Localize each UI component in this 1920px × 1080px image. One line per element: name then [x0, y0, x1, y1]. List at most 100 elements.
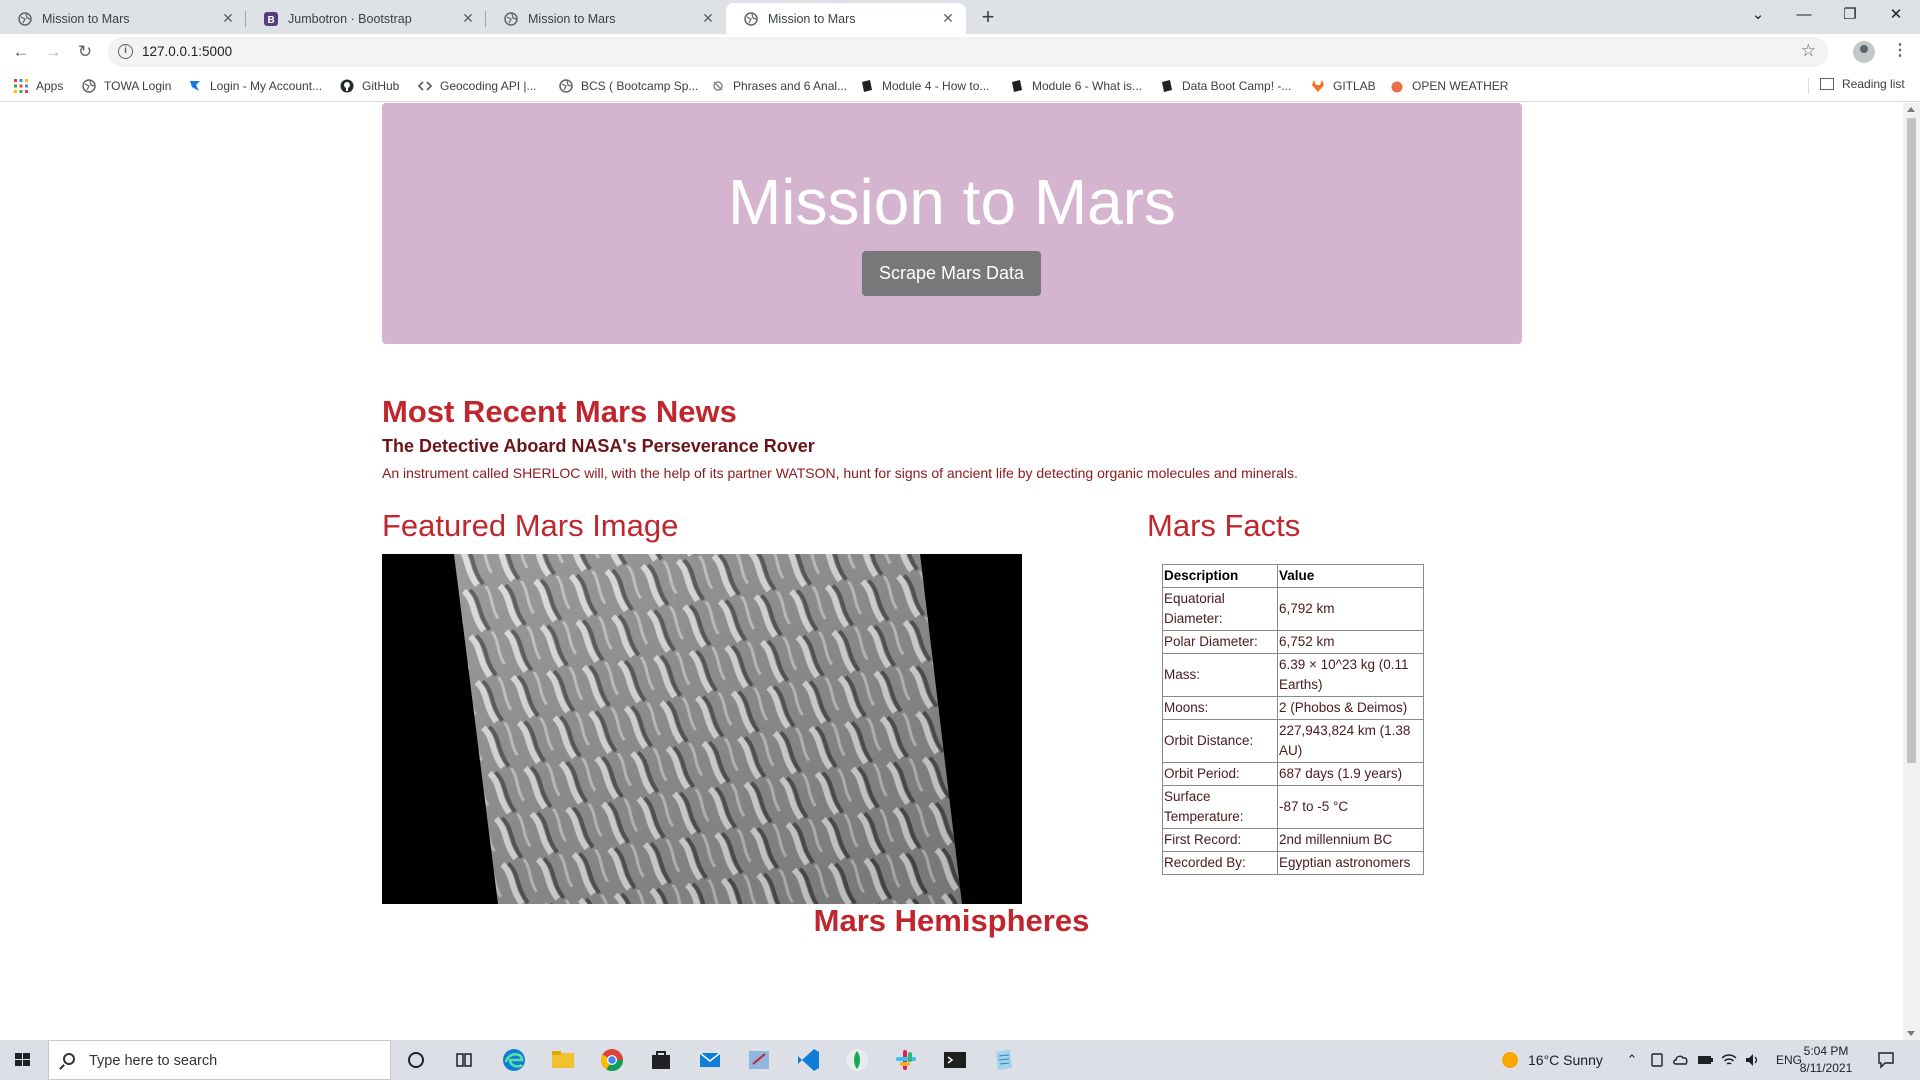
bookmark-star-icon[interactable]: ☆ — [1801, 41, 1816, 61]
chrome-menu-icon[interactable]: ⋮ — [1892, 40, 1908, 60]
table-row: Mass: 6.39 × 10^23 kg (0.11 Earths) — [1162, 653, 1424, 697]
bookmark-module-4[interactable]: Module 4 - How to... — [860, 77, 989, 95]
taskbar-search-input[interactable]: Type here to search — [48, 1040, 391, 1080]
table-row: Polar Diameter: 6,752 km — [1162, 630, 1424, 654]
fact-value: 2 (Phobos & Deimos) — [1277, 696, 1424, 720]
onedrive-cloud-icon[interactable] — [1672, 1052, 1690, 1068]
fact-description: Orbit Period: — [1162, 762, 1278, 786]
cortana-icon[interactable] — [402, 1046, 430, 1074]
apps-grid-icon — [14, 79, 28, 93]
profile-avatar-icon[interactable] — [1853, 41, 1875, 63]
bookmark-label: GITLAB — [1333, 79, 1376, 93]
fact-description: Polar Diameter: — [1162, 630, 1278, 654]
fact-description: Recorded By: — [1162, 851, 1278, 875]
snipping-tool-icon[interactable] — [745, 1046, 773, 1074]
bookmark-open-weather[interactable]: OPEN WEATHER — [1390, 77, 1508, 95]
tab-mission-to-mars-1[interactable]: Mission to Mars ✕ — [0, 3, 246, 34]
tab-title: Mission to Mars — [528, 11, 616, 26]
page-scrollbar[interactable] — [1903, 103, 1920, 1040]
fact-value: 227,943,824 km (1.38 AU) — [1277, 719, 1424, 763]
code-icon — [418, 81, 432, 91]
bookmark-login-my-account[interactable]: Login - My Account... — [188, 77, 322, 95]
tab-mission-to-mars-active[interactable]: Mission to Mars ✕ — [726, 3, 966, 34]
bookmark-apps[interactable]: Apps — [14, 77, 63, 95]
gitlab-icon — [1312, 80, 1324, 92]
vscode-icon[interactable] — [794, 1046, 822, 1074]
minimize-icon[interactable]: — — [1781, 0, 1827, 30]
close-tab-icon[interactable]: ✕ — [460, 10, 476, 27]
volume-icon[interactable] — [1744, 1052, 1762, 1068]
store-icon[interactable] — [647, 1046, 675, 1074]
table-row: Moons: 2 (Phobos & Deimos) — [1162, 696, 1424, 720]
browser-toolbar: ← → ↻ i 127.0.0.1:5000 ☆ — [0, 34, 1920, 70]
reading-list-button[interactable]: Reading list — [1820, 77, 1905, 91]
notifications-icon[interactable] — [1876, 1050, 1896, 1070]
book-icon — [1012, 80, 1022, 92]
globe-icon — [18, 11, 32, 26]
battery-icon[interactable] — [1696, 1052, 1714, 1068]
start-button[interactable] — [0, 1040, 46, 1080]
tab-title: Mission to Mars — [42, 11, 130, 26]
tab-search-chevron-icon[interactable]: ⌄ — [1735, 0, 1781, 30]
site-info-icon[interactable]: i — [118, 44, 133, 59]
mongodb-icon[interactable] — [843, 1046, 871, 1074]
scroll-down-arrow-icon[interactable] — [1907, 1031, 1915, 1036]
bookmark-geocoding-api[interactable]: Geocoding API |... — [418, 77, 537, 95]
bookmark-data-boot-camp[interactable]: Data Boot Camp! -... — [1160, 77, 1291, 95]
bookmark-label: Geocoding API |... — [440, 79, 537, 93]
close-window-icon[interactable]: ✕ — [1873, 0, 1919, 30]
fact-description: First Record: — [1162, 828, 1278, 852]
tab-title: Jumbotron · Bootstrap — [288, 11, 412, 26]
bookmarks-divider — [1808, 78, 1809, 94]
mars-dunes-picture — [382, 554, 1022, 904]
tab-jumbotron-bootstrap[interactable]: B Jumbotron · Bootstrap ✕ — [246, 3, 486, 34]
device-icon[interactable] — [1648, 1052, 1666, 1068]
scroll-up-arrow-icon[interactable] — [1907, 107, 1915, 112]
web-page: Mission to Mars Scrape Mars Data Most Re… — [0, 103, 1903, 1040]
new-tab-button[interactable]: + — [975, 5, 1001, 31]
globe-icon — [82, 79, 96, 93]
restore-icon[interactable]: ❐ — [1827, 0, 1873, 30]
bookmark-module-6[interactable]: Module 6 - What is... — [1010, 77, 1142, 95]
reload-icon[interactable]: ↻ — [72, 39, 98, 65]
close-tab-icon[interactable]: ✕ — [220, 10, 236, 27]
chrome-icon[interactable] — [598, 1046, 626, 1074]
tab-strip: Mission to Mars ✕ B Jumbotron · Bootstra… — [0, 0, 1920, 34]
terminal-icon[interactable] — [941, 1046, 969, 1074]
task-view-icon[interactable] — [450, 1046, 478, 1074]
show-hidden-icons-chevron-icon[interactable]: ⌃ — [1622, 1052, 1642, 1068]
notepad-icon[interactable] — [990, 1046, 1018, 1074]
tab-mission-to-mars-2[interactable]: Mission to Mars ✕ — [486, 3, 726, 34]
address-bar[interactable]: i 127.0.0.1:5000 ☆ — [108, 37, 1828, 67]
bookmark-towa-login[interactable]: TOWA Login — [82, 77, 171, 95]
book-icon — [862, 80, 872, 92]
login-icon — [190, 81, 200, 91]
close-tab-icon[interactable]: ✕ — [940, 10, 956, 27]
clock-date: 8/11/2021 — [1799, 1061, 1853, 1075]
wifi-icon[interactable] — [1720, 1052, 1738, 1068]
weather-widget[interactable]: 16°C Sunny — [1500, 1040, 1603, 1080]
scrollbar-thumb[interactable] — [1907, 118, 1916, 763]
close-tab-icon[interactable]: ✕ — [700, 10, 716, 27]
scrape-mars-data-button[interactable]: Scrape Mars Data — [862, 251, 1041, 296]
bookmark-github[interactable]: GitHub — [340, 77, 399, 95]
featured-mars-image[interactable] — [382, 554, 1022, 904]
svg-text:B: B — [268, 15, 275, 26]
bookmark-phrases[interactable]: Phrases and 6 Anal... — [711, 77, 847, 95]
fact-description: Surface Temperature: — [1162, 785, 1278, 829]
table-header-row: Description Value — [1162, 564, 1424, 588]
back-arrow-icon[interactable]: ← — [8, 39, 34, 65]
system-clock[interactable]: 5:04 PM 8/11/2021 — [1796, 1043, 1856, 1077]
forward-arrow-icon[interactable]: → — [40, 39, 66, 65]
bookmark-label: Apps — [36, 79, 64, 93]
bookmark-label: Module 6 - What is... — [1032, 79, 1143, 93]
bookmark-bcs-bootcamp[interactable]: BCS ( Bootcamp Sp... — [559, 77, 698, 95]
slack-icon[interactable] — [892, 1046, 920, 1074]
fact-description: Equatorial Diameter: — [1162, 587, 1278, 631]
sun-icon — [1502, 1052, 1518, 1068]
mail-icon[interactable] — [696, 1046, 724, 1074]
bookmark-gitlab[interactable]: GITLAB — [1311, 77, 1376, 95]
edge-browser-icon[interactable] — [500, 1046, 528, 1074]
bookmark-label: Login - My Account... — [210, 79, 323, 93]
file-explorer-icon[interactable] — [549, 1046, 577, 1074]
